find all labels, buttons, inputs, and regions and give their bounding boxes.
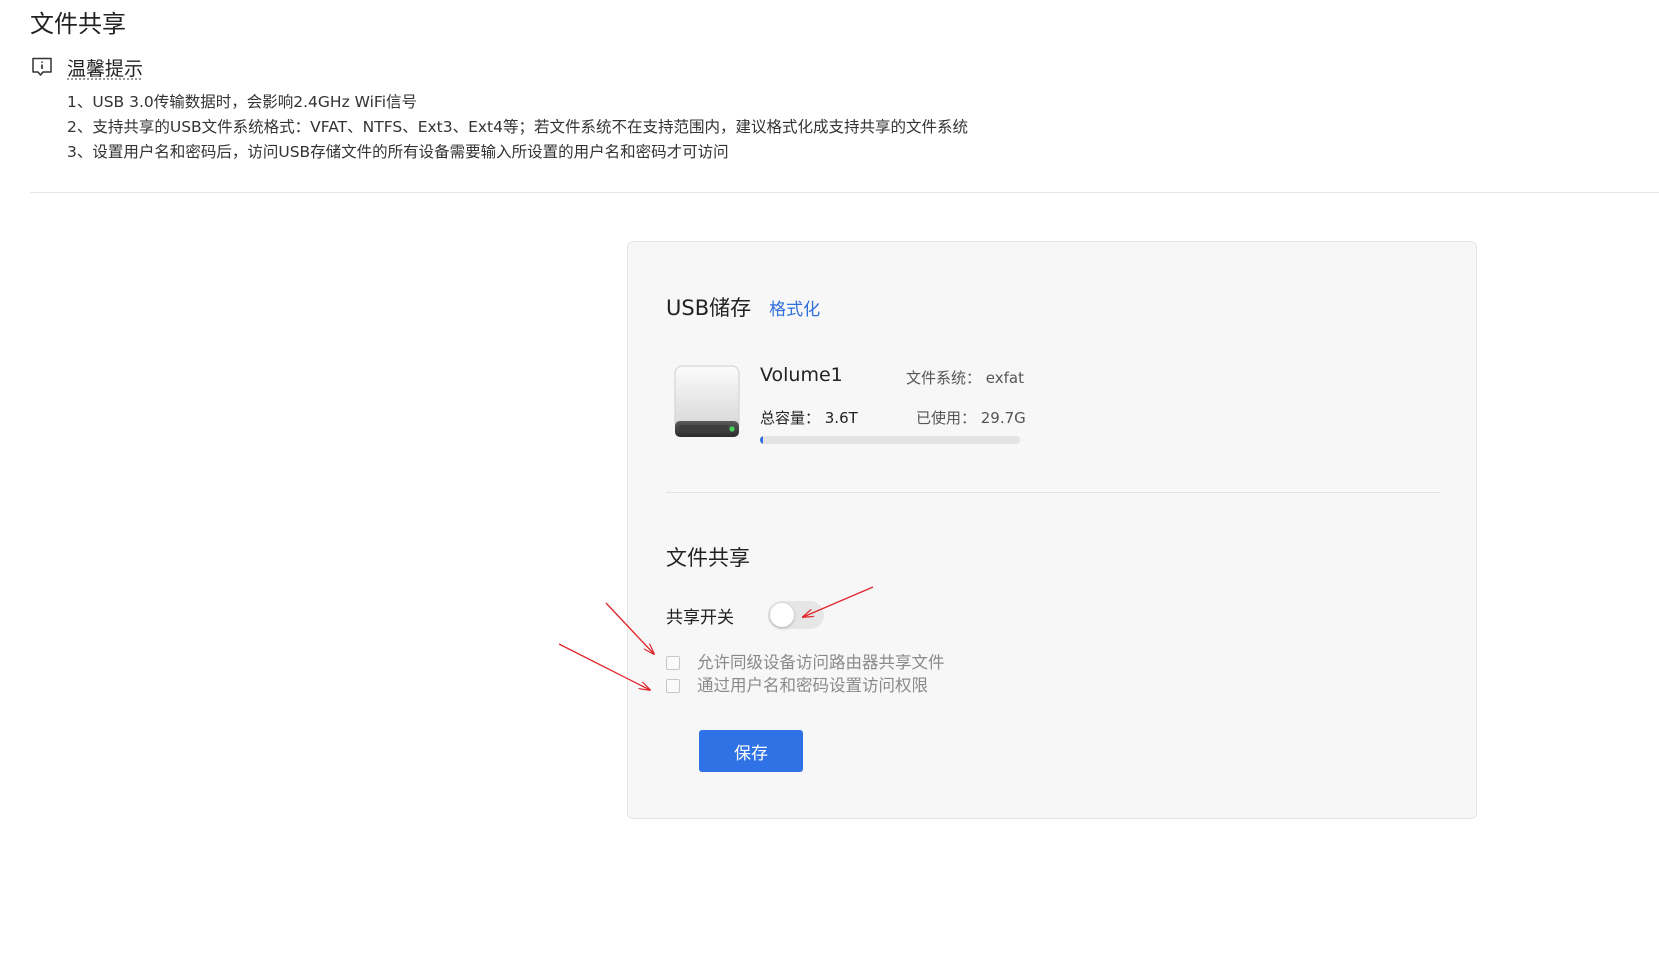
tips-title: 温馨提示 (67, 57, 144, 80)
used-space: 已使用： 29.7G (916, 409, 1026, 427)
volume-name: Volume1 (760, 364, 843, 386)
usage-progress-bar (760, 436, 1020, 444)
format-link[interactable]: 格式化 (769, 295, 820, 320)
tips-item: 1、USB 3.0传输数据时，会影响2.4GHz WiFi信号 (67, 93, 418, 111)
allow-peer-access-label: 允许同级设备访问路由器共享文件 (697, 653, 945, 672)
password-access-checkbox[interactable] (666, 679, 680, 693)
allow-peer-access-checkbox[interactable] (666, 656, 680, 670)
usb-share-card: USB储存 格式化 Volume1 文件系统： exfat 总容量： 3.6T … (627, 241, 1477, 819)
tips-item: 2、支持共享的USB文件系统格式：VFAT、NTFS、Ext3、Ext4等；若文… (67, 118, 969, 136)
usage-progress-fill (760, 436, 763, 444)
usb-storage-title: USB储存 (666, 296, 752, 320)
page-title: 文件共享 (30, 10, 126, 38)
card-divider (666, 492, 1440, 493)
allow-peer-access-option[interactable]: 允许同级设备访问路由器共享文件 (666, 652, 945, 674)
save-button[interactable]: 保存 (699, 730, 803, 772)
file-share-title: 文件共享 (666, 546, 750, 570)
tips-header: 温馨提示 (30, 54, 143, 80)
share-toggle[interactable] (768, 601, 824, 629)
password-access-option[interactable]: 通过用户名和密码设置访问权限 (666, 675, 928, 697)
toggle-knob (770, 603, 794, 627)
tips-item: 3、设置用户名和密码后，访问USB存储文件的所有设备需要输入所设置的用户名和密码… (67, 143, 729, 161)
share-switch-label: 共享开关 (666, 608, 734, 628)
info-message-icon (30, 55, 54, 79)
filesystem-info: 文件系统： exfat (906, 369, 1024, 387)
section-divider (30, 192, 1659, 193)
total-capacity: 总容量： 3.6T (760, 409, 858, 427)
password-access-label: 通过用户名和密码设置访问权限 (697, 676, 928, 695)
usb-header: USB储存 格式化 (666, 292, 820, 322)
tips-list: 1、USB 3.0传输数据时，会影响2.4GHz WiFi信号 2、支持共享的U… (67, 90, 968, 165)
hard-drive-icon (672, 364, 742, 444)
